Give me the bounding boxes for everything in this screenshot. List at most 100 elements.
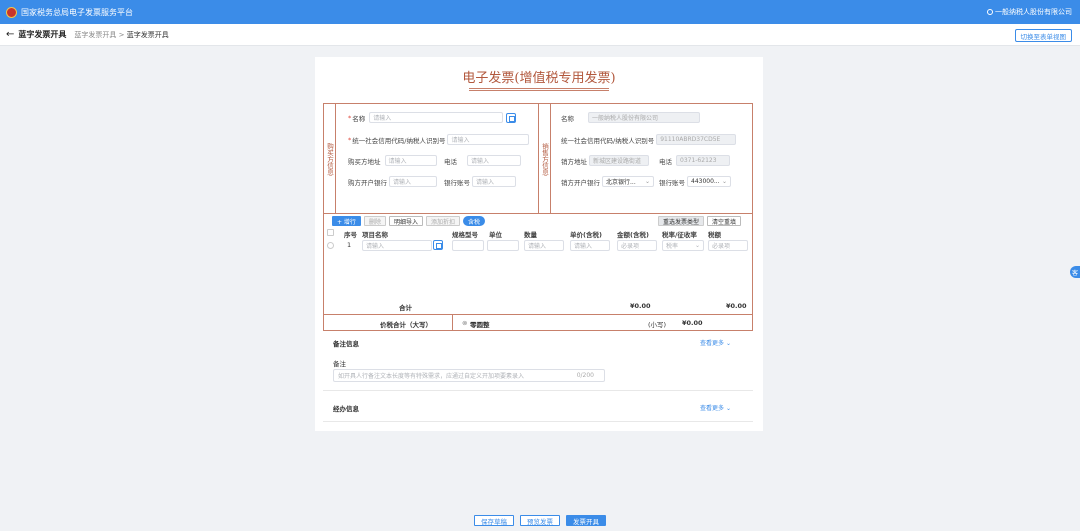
row-no: 1: [347, 241, 352, 249]
buyer-taxid-label: 统一社会信用代码/纳税人识别号: [352, 136, 446, 145]
seller-taxid-input: 91110ABRD37CD5E: [656, 134, 737, 145]
user-icon: [987, 9, 993, 15]
seller-account-field: 银行账号 443000... ⌄: [659, 176, 731, 187]
invoice-card: 电子发票(增值税专用发票) 购买方信息 * 名称 请输入 * 统一社会信用代码/纳税…: [315, 57, 763, 431]
buyer-lookup-icon[interactable]: [506, 112, 517, 123]
item-name-input[interactable]: 请输入: [362, 240, 432, 251]
top-bar: 国家税务总局电子发票服务平台 一般纳税人股份有限公司: [0, 0, 1080, 24]
add-discount-button[interactable]: 添加折扣: [425, 216, 460, 226]
row-select-radio[interactable]: [327, 242, 334, 249]
seller-phone-label: 电话: [659, 157, 672, 166]
price-input[interactable]: 请输入: [570, 240, 610, 251]
divider: [323, 390, 753, 391]
seller-section: 销售方信息 名称 一般纳税人股份有限公司 统一社会信用代码/纳税人识别号 911…: [539, 104, 752, 214]
seller-account-label: 银行账号: [659, 178, 685, 187]
clear-refill-button[interactable]: 清空重填: [706, 216, 741, 226]
tax-inclusive-toggle[interactable]: 含税: [462, 216, 485, 226]
reselect-invoice-type-button[interactable]: 重选发票类型: [657, 216, 704, 226]
sum-tax: ¥0.00: [726, 302, 747, 310]
chevron-down-icon: ⌄: [721, 178, 727, 185]
chevron-down-icon: ⌄: [725, 405, 731, 412]
amount-input[interactable]: 必录项: [617, 240, 657, 251]
preview-invoice-button[interactable]: 预览发票: [520, 515, 560, 526]
unit-input[interactable]: [487, 240, 519, 251]
seller-address-label: 销方地址: [561, 157, 587, 166]
divider: [323, 421, 753, 422]
remarks-more-link[interactable]: 查看更多 ⌄: [700, 338, 731, 347]
breadcrumb-separator: >: [118, 30, 125, 39]
placeholder: 请输入: [528, 243, 547, 250]
import-details-button[interactable]: 明细导入: [388, 216, 423, 226]
total-label: 价税合计（大写）: [380, 321, 432, 329]
back-arrow-icon[interactable]: ←: [6, 29, 14, 40]
tax-amount-input[interactable]: 必录项: [708, 240, 748, 251]
buyer-section-label: 购买方信息: [324, 104, 336, 214]
tax-emblem-icon: [6, 6, 17, 18]
buyer-account-input[interactable]: 请输入: [472, 176, 516, 187]
operator-more-link[interactable]: 查看更多 ⌄: [700, 403, 731, 412]
buyer-name-label: 名称: [352, 114, 366, 123]
buyer-bank-input[interactable]: 请输入: [389, 176, 437, 187]
title-underline: [469, 88, 609, 91]
placeholder: 请输入: [451, 137, 470, 144]
user-menu[interactable]: 一般纳税人股份有限公司: [987, 7, 1072, 17]
total-words: 零圆整: [470, 321, 490, 329]
char-count: 0/200: [576, 372, 594, 379]
seller-phone-input: 0371-62123: [676, 155, 730, 166]
value: 91110ABRD37CD5E: [660, 136, 721, 143]
buyer-phone-input[interactable]: 请输入: [467, 155, 521, 166]
spec-input[interactable]: [452, 240, 484, 251]
invoice-frame: 购买方信息 * 名称 请输入 * 统一社会信用代码/纳税人识别号 请输入 购买方地址…: [323, 103, 753, 331]
buyer-name-input[interactable]: 请输入: [369, 112, 504, 123]
items-table-header: 序号 项目名称 规格型号 单位 数量 单价(含税) 金额(含税) 税率/征收率 …: [324, 228, 752, 239]
buyer-taxid-input[interactable]: 请输入: [447, 134, 530, 145]
placeholder: 请输入: [366, 243, 385, 250]
seller-address-input: 新城区建设路街道: [589, 155, 649, 166]
total-small: ¥0.00: [682, 319, 703, 327]
seller-name-field: 名称 一般纳税人股份有限公司: [561, 112, 700, 123]
total-row: 价税合计（大写） ⊗ 零圆整 (小写) ¥0.00: [324, 314, 752, 331]
breadcrumb: 蓝字发票开具 > 蓝字发票开具: [74, 30, 168, 40]
select-all-checkbox[interactable]: [327, 229, 334, 236]
customer-service-icon[interactable]: 客: [1070, 266, 1080, 278]
placeholder: 请输入: [574, 243, 593, 250]
value: 新城区建设路街道: [593, 158, 642, 165]
breadcrumb-current: 蓝字发票开具: [126, 30, 169, 39]
placeholder: 必录项: [712, 243, 731, 250]
divider: [452, 315, 453, 331]
issue-invoice-button[interactable]: 发票开具: [566, 515, 606, 526]
total-circle-icon: ⊗: [462, 319, 468, 327]
tax-rate-select[interactable]: 税率 ⌄: [662, 240, 704, 251]
action-bar: 保存草稿 预览发票 发票开具: [0, 515, 1080, 526]
switch-view-button[interactable]: 切换至表单视图: [1014, 29, 1072, 42]
chevron-down-icon: ⌄: [694, 242, 700, 249]
qty-input[interactable]: 请输入: [524, 240, 564, 251]
value: 0371-62123: [680, 157, 717, 164]
page-title: 蓝字发票开具: [18, 30, 67, 39]
placeholder: 税率: [666, 243, 679, 250]
invoice-title: 电子发票(增值税专用发票): [462, 71, 616, 86]
seller-bank-select[interactable]: 北京银行... ⌄: [602, 176, 654, 187]
buyer-account-field: 银行账号 请输入: [444, 176, 516, 187]
user-name: 一般纳税人股份有限公司: [995, 8, 1072, 16]
buyer-address-field: 购买方地址 请输入: [348, 155, 437, 166]
item-lookup-icon[interactable]: [433, 240, 443, 250]
seller-name-input: 一般纳税人股份有限公司: [588, 112, 700, 123]
delete-row-button[interactable]: 删除: [363, 216, 386, 226]
buyer-bank-field: 购方开户银行 请输入: [348, 176, 437, 187]
add-row-button[interactable]: + 增行: [332, 216, 361, 226]
breadcrumb-item[interactable]: 蓝字发票开具: [74, 31, 116, 39]
seller-account-select[interactable]: 443000... ⌄: [687, 176, 731, 187]
chevron-down-icon: ⌄: [644, 178, 650, 185]
save-draft-button[interactable]: 保存草稿: [474, 515, 514, 526]
buyer-address-input[interactable]: 请输入: [384, 155, 437, 166]
seller-bank-field: 销方开户银行 北京银行... ⌄: [561, 176, 654, 187]
placeholder: 必录项: [621, 243, 640, 250]
items-toolbar: + 增行 删除 明细导入 添加折扣 含税 重选发票类型 清空重填: [324, 214, 752, 228]
table-row: 1 请输入 请输入 请输入 必录项 税率 ⌄ 必录项: [324, 238, 752, 252]
toolbar-right: 重选发票类型 清空重填: [657, 216, 744, 226]
value: 443000...: [691, 178, 720, 185]
seller-section-label: 销售方信息: [539, 104, 551, 214]
remark-textarea[interactable]: 如开具人行备注文本长度等有特殊需求，应通过自定义开加项要素录入 0/200: [333, 369, 605, 382]
placeholder: 请输入: [393, 179, 412, 186]
